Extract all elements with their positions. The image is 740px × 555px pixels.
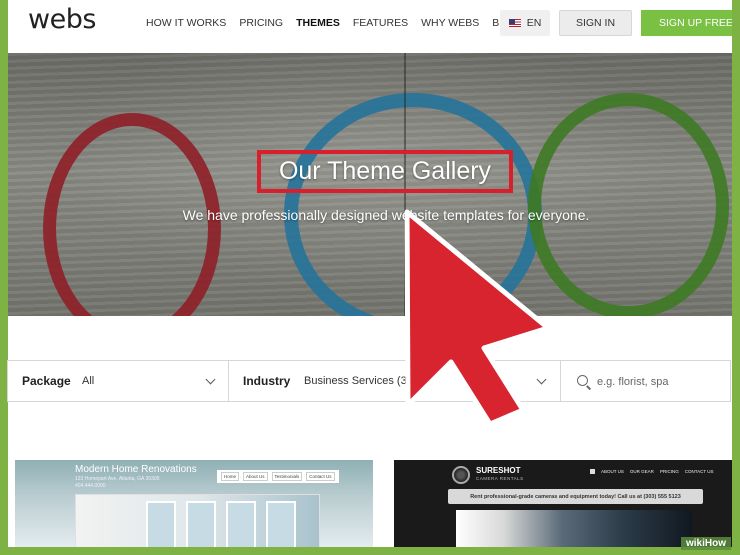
sign-in-button[interactable]: SIGN IN xyxy=(559,10,632,36)
wikihow-watermark: wikiHow xyxy=(681,537,732,550)
chevron-down-icon xyxy=(205,374,216,385)
nav-pricing[interactable]: PRICING xyxy=(239,17,283,29)
sign-up-button[interactable]: SIGN UP FREE xyxy=(641,10,732,36)
mini-nav-item: OUR GEAR xyxy=(629,469,654,474)
green-painted-circle xyxy=(528,93,729,316)
nav-how-it-works[interactable]: HOW IT WORKS xyxy=(146,17,226,29)
address-line: 123 Homepart Ave, Atlanta, GA 30305 xyxy=(75,476,160,482)
language-label: EN xyxy=(526,17,542,29)
mini-nav-item: About Us xyxy=(243,472,268,481)
industry-value: Business Services (3 xyxy=(304,375,407,387)
theme-card-modern-home[interactable]: Modern Home Renovations 123 Homepart Ave… xyxy=(15,460,373,547)
window-graphic xyxy=(146,501,176,547)
mini-nav-item: ABOUT US xyxy=(601,469,624,474)
theme-card-title: Modern Home Renovations xyxy=(75,464,197,475)
theme-card-brand: SURESHOT xyxy=(476,466,521,475)
main-nav: HOW IT WORKS PRICING THEMES FEATURES WHY… xyxy=(146,17,534,29)
page-title: Our Theme Gallery xyxy=(278,157,492,185)
blue-painted-circle xyxy=(284,93,542,316)
window-graphic xyxy=(186,501,216,547)
phone-line: 404.444.0000 xyxy=(75,483,106,489)
theme-card-nav: Home About Us Testimonials Contact Us xyxy=(217,470,339,483)
camera-preview-image xyxy=(456,510,692,547)
package-filter[interactable]: Package All xyxy=(8,361,229,401)
nav-why-webs[interactable]: WHY WEBS xyxy=(421,17,479,29)
theme-preview-image xyxy=(75,494,320,547)
search-icon xyxy=(577,375,588,386)
package-value: All xyxy=(82,375,95,387)
industry-label: Industry xyxy=(243,374,291,388)
theme-card-nav: ABOUT US OUR GEAR PRICING CONTACT US xyxy=(590,469,714,474)
hero-banner: Our Theme Gallery We have professionally… xyxy=(8,53,732,316)
theme-card-sureshot[interactable]: SURESHOT CAMERA RENTALS ABOUT US OUR GEA… xyxy=(394,460,732,547)
home-icon xyxy=(590,469,595,474)
search-filter xyxy=(561,361,730,401)
mini-nav-item: Home xyxy=(221,472,240,481)
nav-features[interactable]: FEATURES xyxy=(353,17,408,29)
lens-logo-icon xyxy=(452,466,470,484)
browser-page: webs HOW IT WORKS PRICING THEMES FEATURE… xyxy=(8,0,732,547)
webs-logo[interactable]: webs xyxy=(28,4,96,35)
mini-nav-item: Contact Us xyxy=(306,472,335,481)
theme-filter-bar: Package All Industry Business Services (… xyxy=(7,360,731,402)
site-header: webs HOW IT WORKS PRICING THEMES FEATURE… xyxy=(8,0,732,53)
package-label: Package xyxy=(22,374,71,388)
chevron-down-icon xyxy=(536,374,547,385)
language-selector[interactable]: EN xyxy=(500,10,550,36)
theme-card-address: 123 Homepart Ave, Atlanta, GA 30305 404.… xyxy=(75,476,159,490)
mini-nav-item: Testimonials xyxy=(271,472,303,481)
nav-themes[interactable]: THEMES xyxy=(296,17,340,29)
industry-filter[interactable]: Industry Business Services (3 xyxy=(229,361,561,401)
window-graphic xyxy=(266,501,296,547)
title-highlight-box: Our Theme Gallery xyxy=(257,150,513,193)
theme-card-banner: Rent professional-grade cameras and equi… xyxy=(448,489,703,504)
mini-nav-item: CONTACT US xyxy=(684,469,714,474)
theme-card-tagline: CAMERA RENTALS xyxy=(476,476,524,481)
us-flag-icon xyxy=(508,19,521,27)
window-graphic xyxy=(226,501,256,547)
hero-subtitle: We have professionally designed website … xyxy=(182,207,590,223)
mini-nav-item: PRICING xyxy=(659,469,679,474)
search-input[interactable] xyxy=(595,371,719,393)
